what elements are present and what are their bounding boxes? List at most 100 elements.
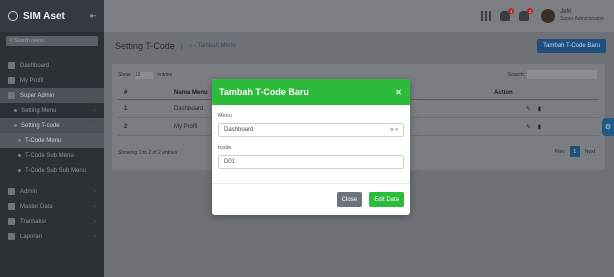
row-menu: Dashboard [174, 105, 204, 112]
sidebar-item-label: Super Admin [20, 92, 55, 99]
circle-icon [14, 124, 17, 127]
sidebar-item-dashboard[interactable]: Dashboard [0, 58, 104, 73]
chevron-left-icon: ‹ [94, 107, 96, 114]
sidebar-search-placeholder: Search menu [14, 38, 44, 44]
entries-control: Show 10 entries [118, 72, 172, 79]
breadcrumb-current: Tambah Menu [197, 43, 236, 49]
brand-logo-icon [8, 11, 18, 21]
profile-icon [8, 77, 15, 84]
sidebar-item-setting-tcode[interactable]: Setting T-code ⌄ [0, 118, 104, 133]
edit-icon[interactable]: ✎ [526, 106, 531, 112]
apps-grid-icon[interactable] [481, 11, 492, 21]
page-1-button[interactable]: 1 [569, 146, 580, 157]
message-badge: 2 [527, 8, 534, 14]
report-icon [8, 233, 15, 240]
message-icon[interactable]: 2 [519, 8, 534, 21]
show-label: Show [118, 72, 131, 78]
menu-label: Menu [218, 113, 232, 119]
sidebar-item-label: T-Code Sub Menu [25, 152, 74, 159]
sidebar-item-label: Setting T-code [21, 122, 60, 129]
user-name: Jefri [560, 9, 572, 15]
sidebar-item-label: Master Data [20, 203, 53, 210]
chevron-left-icon: ‹ [94, 218, 96, 225]
sidebar-item-tcode-sub-menu[interactable]: T-Code Sub Menu [0, 148, 104, 163]
next-page-button[interactable]: Next [585, 149, 595, 155]
chevron-left-icon: ‹ [94, 203, 96, 210]
page-title: Setting T-Code [115, 41, 175, 51]
chevron-down-icon: ⌄ [90, 93, 96, 99]
pagination: Prev 1 Next [554, 146, 595, 157]
trash-icon[interactable]: ▮ [538, 106, 541, 112]
sidebar-item-admin[interactable]: Admin ‹ [0, 184, 104, 199]
entries-select-value: 10 [134, 72, 141, 78]
sidebar-item-label: Transaksi [20, 218, 46, 225]
user-admin-icon [8, 92, 15, 99]
add-tcode-button[interactable]: Tambah T-Code Baru [537, 39, 606, 53]
column-nama-menu[interactable]: Nama Menu [174, 90, 208, 96]
sidebar-item-label: T-Code Sub Sub Menu [25, 167, 87, 174]
tcode-input[interactable]: D01 [218, 155, 404, 169]
transaction-icon [8, 218, 15, 225]
row-actions: ✎ ▮ [526, 105, 541, 112]
sidebar-item-label: Laporan [20, 233, 43, 240]
tcode-label: tcode [218, 145, 232, 151]
trash-icon[interactable]: ▮ [538, 124, 541, 130]
sidebar-item-super-admin[interactable]: Super Admin ⌄ [0, 88, 104, 103]
table-info: Showing 1 to 2 of 2 entries [118, 150, 178, 156]
circle-icon [18, 139, 21, 142]
clear-dropdown-icon[interactable]: ⊗ ▾ [390, 127, 398, 133]
circle-icon [14, 109, 17, 112]
modal-title: Tambah T-Code Baru [219, 87, 309, 97]
circle-icon [18, 169, 21, 172]
column-action: Action [494, 89, 513, 96]
user-role: Super Administrator [560, 16, 604, 22]
sidebar-item-laporan[interactable]: Laporan ‹ [0, 229, 104, 244]
pushmenu-icon[interactable]: ⇤ [90, 12, 96, 20]
sidebar-item-tcode-menu[interactable]: T-Code Menu [0, 133, 104, 148]
database-icon [8, 203, 15, 210]
close-icon[interactable]: ✕ [395, 88, 402, 97]
avatar[interactable] [541, 9, 556, 23]
user-menu[interactable]: Jefri Super Administrator [560, 9, 604, 23]
circle-icon [18, 154, 21, 157]
sidebar-item-my-profil[interactable]: My Profil [0, 73, 104, 88]
sidebar-item-tcode-sub-sub-menu[interactable]: T-Code Sub Sub Menu [0, 163, 104, 178]
sidebar-search-input[interactable]: ⚲ Search menu [6, 36, 98, 46]
notification-badge: 1 [508, 8, 515, 14]
sidebar-item-transaksi[interactable]: Transaksi ‹ [0, 214, 104, 229]
topbar: 1 2 Jefri Super Administrator [104, 0, 614, 32]
table-search-input[interactable] [527, 70, 597, 79]
sidebar-item-label: Setting Menu [21, 107, 57, 114]
menu-select-value: Dashboard [224, 127, 254, 133]
sidebar-item-label: Dashboard [20, 62, 50, 69]
sidebar-item-master-data[interactable]: Master Data ‹ [0, 199, 104, 214]
close-button[interactable]: Close [336, 192, 362, 207]
sidebar: SIM Aset ⇤ ⚲ Search menu Dashboard My Pr… [0, 0, 104, 277]
add-tcode-modal: Tambah T-Code Baru ✕ Menu Dashboard ⊗ ▾ … [212, 79, 410, 215]
brand[interactable]: SIM Aset ⇤ [0, 0, 104, 32]
breadcrumb: ⌂ › Tambah Menu [189, 43, 236, 49]
modal-header: Tambah T-Code Baru ✕ [212, 79, 410, 105]
prev-page-button[interactable]: Prev [554, 149, 564, 155]
sidebar-item-setting-menu[interactable]: Setting Menu ‹ [0, 103, 104, 118]
column-number[interactable]: # [124, 90, 127, 96]
edit-data-button[interactable]: Edit Data [369, 192, 404, 207]
row-menu: My Profil [174, 123, 198, 130]
sidebar-item-label: My Profil [20, 77, 44, 84]
chevron-left-icon: ‹ [94, 188, 96, 195]
content-header: Setting T-Code | ⌂ › Tambah Menu Tambah … [104, 32, 614, 60]
sidebar-item-label: Admin [20, 188, 38, 195]
brand-name: SIM Aset [23, 10, 65, 22]
menu-select[interactable]: Dashboard ⊗ ▾ [218, 123, 404, 137]
settings-gear-icon[interactable]: ⚙ [602, 118, 614, 136]
dashboard-icon [8, 62, 15, 69]
edit-icon[interactable]: ✎ [526, 124, 531, 130]
entries-select[interactable]: 10 [134, 72, 153, 79]
chevron-left-icon: ‹ [94, 233, 96, 240]
modal-footer: Close Edit Data [212, 183, 410, 215]
home-icon[interactable]: ⌂ [189, 43, 193, 49]
modal-body: Menu Dashboard ⊗ ▾ tcode D01 [212, 105, 410, 169]
tcode-input-value: D01 [224, 159, 236, 165]
row-number: 2 [124, 123, 128, 130]
bell-icon[interactable]: 1 [500, 8, 515, 21]
